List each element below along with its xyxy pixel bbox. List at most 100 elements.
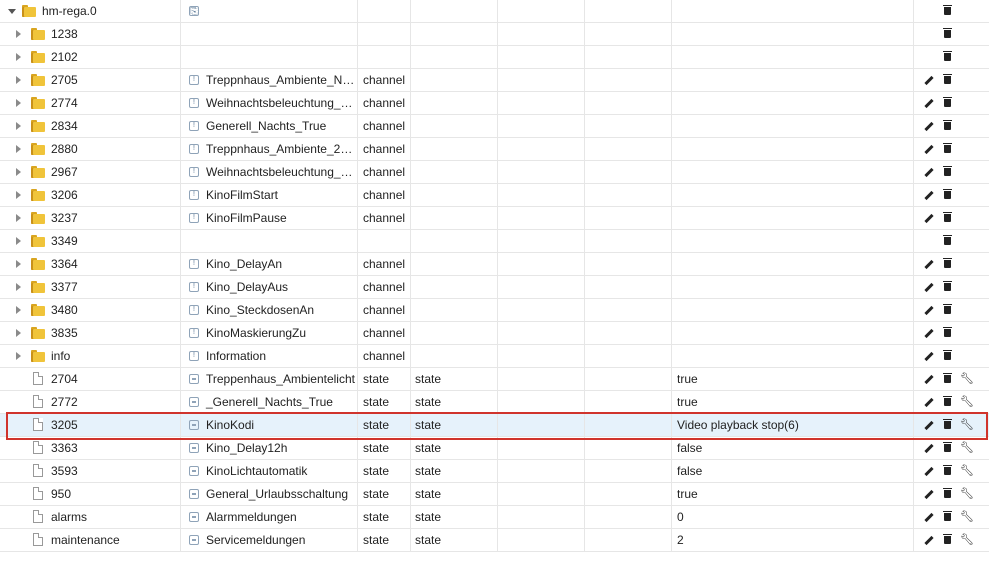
wrench-icon[interactable]: 🔧︎ xyxy=(960,487,974,501)
tree-folder-row[interactable]: info Information channel xyxy=(0,345,989,368)
delete-icon[interactable] xyxy=(941,487,955,501)
tree-folder-row[interactable]: 1238 xyxy=(0,23,989,46)
tree-folder-row[interactable]: 3206 KinoFilmStart channel xyxy=(0,184,989,207)
object-value[interactable]: true xyxy=(677,368,913,390)
tree-folder-row[interactable]: 3377 Kino_DelayAus channel xyxy=(0,276,989,299)
tree-state-row[interactable]: 3363 Kino_Delay12h state state false 🔧︎ xyxy=(0,437,989,460)
delete-icon[interactable] xyxy=(941,73,955,87)
expand-arrow-icon[interactable] xyxy=(16,237,21,245)
tree-folder-row[interactable]: 2967 Weihnachtsbeleuchtung_2... channel xyxy=(0,161,989,184)
object-value[interactable]: 2 xyxy=(677,529,913,551)
tree-state-row[interactable]: 2772 _Generell_Nachts_True state state true 🔧… xyxy=(0,391,989,414)
object-value[interactable]: false xyxy=(677,437,913,459)
edit-icon[interactable] xyxy=(922,119,936,133)
delete-icon[interactable] xyxy=(941,510,955,524)
tree-folder-row[interactable]: 2834 Generell_Nachts_True channel xyxy=(0,115,989,138)
delete-icon[interactable] xyxy=(941,165,955,179)
edit-icon[interactable] xyxy=(922,326,936,340)
expand-arrow-icon[interactable] xyxy=(16,99,21,107)
expand-arrow-icon[interactable] xyxy=(16,352,21,360)
edit-icon[interactable] xyxy=(922,510,936,524)
tree-folder-row[interactable]: 3835 KinoMaskierungZu channel xyxy=(0,322,989,345)
collapse-arrow-icon[interactable] xyxy=(8,9,16,14)
delete-icon[interactable] xyxy=(941,96,955,110)
object-value[interactable]: true xyxy=(677,483,913,505)
object-value[interactable] xyxy=(677,276,913,298)
tree-state-row[interactable]: 2704 Treppenhaus_Ambientelicht state state t… xyxy=(0,368,989,391)
expand-arrow-icon[interactable] xyxy=(16,306,21,314)
tree-folder-row[interactable]: 2774 Weihnachtsbeleuchtung_1... channel xyxy=(0,92,989,115)
tree-folder-row[interactable]: 2102 xyxy=(0,46,989,69)
edit-icon[interactable] xyxy=(922,395,936,409)
tree-state-row[interactable]: 950 General_Urlaubsschaltung state state tru… xyxy=(0,483,989,506)
object-value[interactable] xyxy=(677,161,913,183)
delete-icon[interactable] xyxy=(941,395,955,409)
object-value[interactable] xyxy=(677,299,913,321)
edit-icon[interactable] xyxy=(922,372,936,386)
wrench-icon[interactable]: 🔧︎ xyxy=(960,464,974,478)
object-value[interactable] xyxy=(677,345,913,367)
expand-arrow-icon[interactable] xyxy=(16,168,21,176)
object-value[interactable] xyxy=(677,230,913,252)
delete-icon[interactable] xyxy=(941,418,955,432)
object-value[interactable] xyxy=(677,92,913,114)
tree-state-row[interactable]: 3205 KinoKodi state state Video playback sto… xyxy=(0,414,989,437)
edit-icon[interactable] xyxy=(922,533,936,547)
edit-icon[interactable] xyxy=(922,73,936,87)
delete-icon[interactable] xyxy=(941,326,955,340)
tree-folder-row[interactable]: 3349 xyxy=(0,230,989,253)
object-value[interactable] xyxy=(677,253,913,275)
expand-arrow-icon[interactable] xyxy=(16,191,21,199)
wrench-icon[interactable]: 🔧︎ xyxy=(960,441,974,455)
wrench-icon[interactable]: 🔧︎ xyxy=(960,372,974,386)
delete-icon[interactable] xyxy=(941,464,955,478)
edit-icon[interactable] xyxy=(922,188,936,202)
object-value[interactable] xyxy=(677,23,913,45)
edit-icon[interactable] xyxy=(922,165,936,179)
delete-icon[interactable] xyxy=(941,27,955,41)
object-value[interactable]: 0 xyxy=(677,506,913,528)
delete-icon[interactable] xyxy=(941,303,955,317)
delete-icon[interactable] xyxy=(941,119,955,133)
edit-icon[interactable] xyxy=(922,280,936,294)
expand-arrow-icon[interactable] xyxy=(16,76,21,84)
object-value[interactable] xyxy=(677,207,913,229)
delete-icon[interactable] xyxy=(941,234,955,248)
tree-state-row[interactable]: maintenance Servicemeldungen state state 2 🔧︎ xyxy=(0,529,989,552)
edit-icon[interactable] xyxy=(922,464,936,478)
tree-state-row[interactable]: alarms Alarmmeldungen state state 0 🔧︎ xyxy=(0,506,989,529)
delete-icon[interactable] xyxy=(941,349,955,363)
object-value[interactable] xyxy=(677,115,913,137)
expand-arrow-icon[interactable] xyxy=(16,283,21,291)
tree-folder-row[interactable]: 3237 KinoFilmPause channel xyxy=(0,207,989,230)
object-value[interactable] xyxy=(677,138,913,160)
object-value[interactable]: true xyxy=(677,391,913,413)
edit-icon[interactable] xyxy=(922,211,936,225)
tree-root-row[interactable]: hm-rega.0 xyxy=(0,0,989,23)
delete-icon[interactable] xyxy=(941,372,955,386)
delete-icon[interactable] xyxy=(941,257,955,271)
expand-arrow-icon[interactable] xyxy=(16,53,21,61)
wrench-icon[interactable]: 🔧︎ xyxy=(960,533,974,547)
delete-icon[interactable] xyxy=(941,441,955,455)
object-value[interactable] xyxy=(677,46,913,68)
expand-arrow-icon[interactable] xyxy=(16,329,21,337)
delete-icon[interactable] xyxy=(941,188,955,202)
tree-folder-row[interactable]: 2880 Treppnhaus_Ambiente_22_... channel xyxy=(0,138,989,161)
delete-icon[interactable] xyxy=(941,211,955,225)
edit-icon[interactable] xyxy=(922,349,936,363)
wrench-icon[interactable]: 🔧︎ xyxy=(960,510,974,524)
object-value[interactable]: false xyxy=(677,460,913,482)
edit-icon[interactable] xyxy=(922,142,936,156)
expand-arrow-icon[interactable] xyxy=(16,260,21,268)
tree-folder-row[interactable]: 3364 Kino_DelayAn channel xyxy=(0,253,989,276)
delete-icon[interactable] xyxy=(941,50,955,64)
edit-icon[interactable] xyxy=(922,96,936,110)
edit-icon[interactable] xyxy=(922,303,936,317)
object-value[interactable] xyxy=(677,184,913,206)
object-value[interactable] xyxy=(677,322,913,344)
delete-icon[interactable] xyxy=(941,4,955,18)
edit-icon[interactable] xyxy=(922,257,936,271)
object-value[interactable]: Video playback stop(6) xyxy=(677,414,913,436)
tree-folder-row[interactable]: 2705 Treppnhaus_Ambiente_Nac... channel xyxy=(0,69,989,92)
